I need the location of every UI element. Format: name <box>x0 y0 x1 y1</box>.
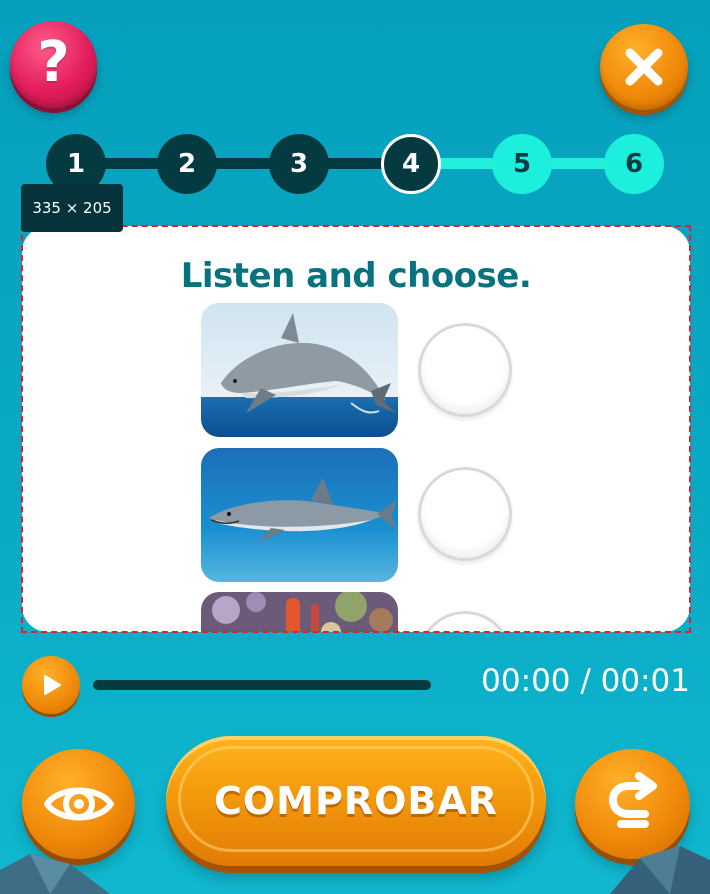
check-answer-label: COMPROBAR <box>213 779 499 823</box>
option-2-radio[interactable] <box>418 467 512 561</box>
step-2[interactable]: 2 <box>157 134 217 194</box>
instruction-title: Listen and choose. <box>180 256 532 296</box>
option-3-radio[interactable] <box>418 611 512 632</box>
step-3[interactable]: 3 <box>269 134 329 194</box>
shark-image[interactable] <box>201 448 398 582</box>
question-card: Listen and choose. <box>22 226 690 632</box>
coral-reef-image[interactable] <box>201 592 398 632</box>
eye-icon <box>43 787 114 821</box>
step-6[interactable]: 6 <box>604 134 664 194</box>
audio-time: 00:00 / 00:01 <box>481 663 690 699</box>
dolphin-image[interactable] <box>201 303 398 437</box>
play-icon <box>44 675 61 695</box>
audio-progress-track[interactable] <box>93 680 431 690</box>
rock-decoration-left <box>0 854 110 894</box>
check-answer-button[interactable]: COMPROBAR <box>166 736 546 866</box>
play-button[interactable] <box>22 656 80 714</box>
step-4-current[interactable]: 4 <box>381 134 441 194</box>
selection-size-label: 335 × 205 <box>21 184 123 232</box>
rock-decoration-right <box>610 846 710 894</box>
step-progress: 1 2 3 4 5 6 <box>0 0 710 200</box>
step-5[interactable]: 5 <box>492 134 552 194</box>
option-1-radio[interactable] <box>418 323 512 417</box>
show-answer-button[interactable] <box>22 749 135 859</box>
step-connector-done <box>76 158 411 169</box>
redo-arrow-icon <box>608 772 657 828</box>
